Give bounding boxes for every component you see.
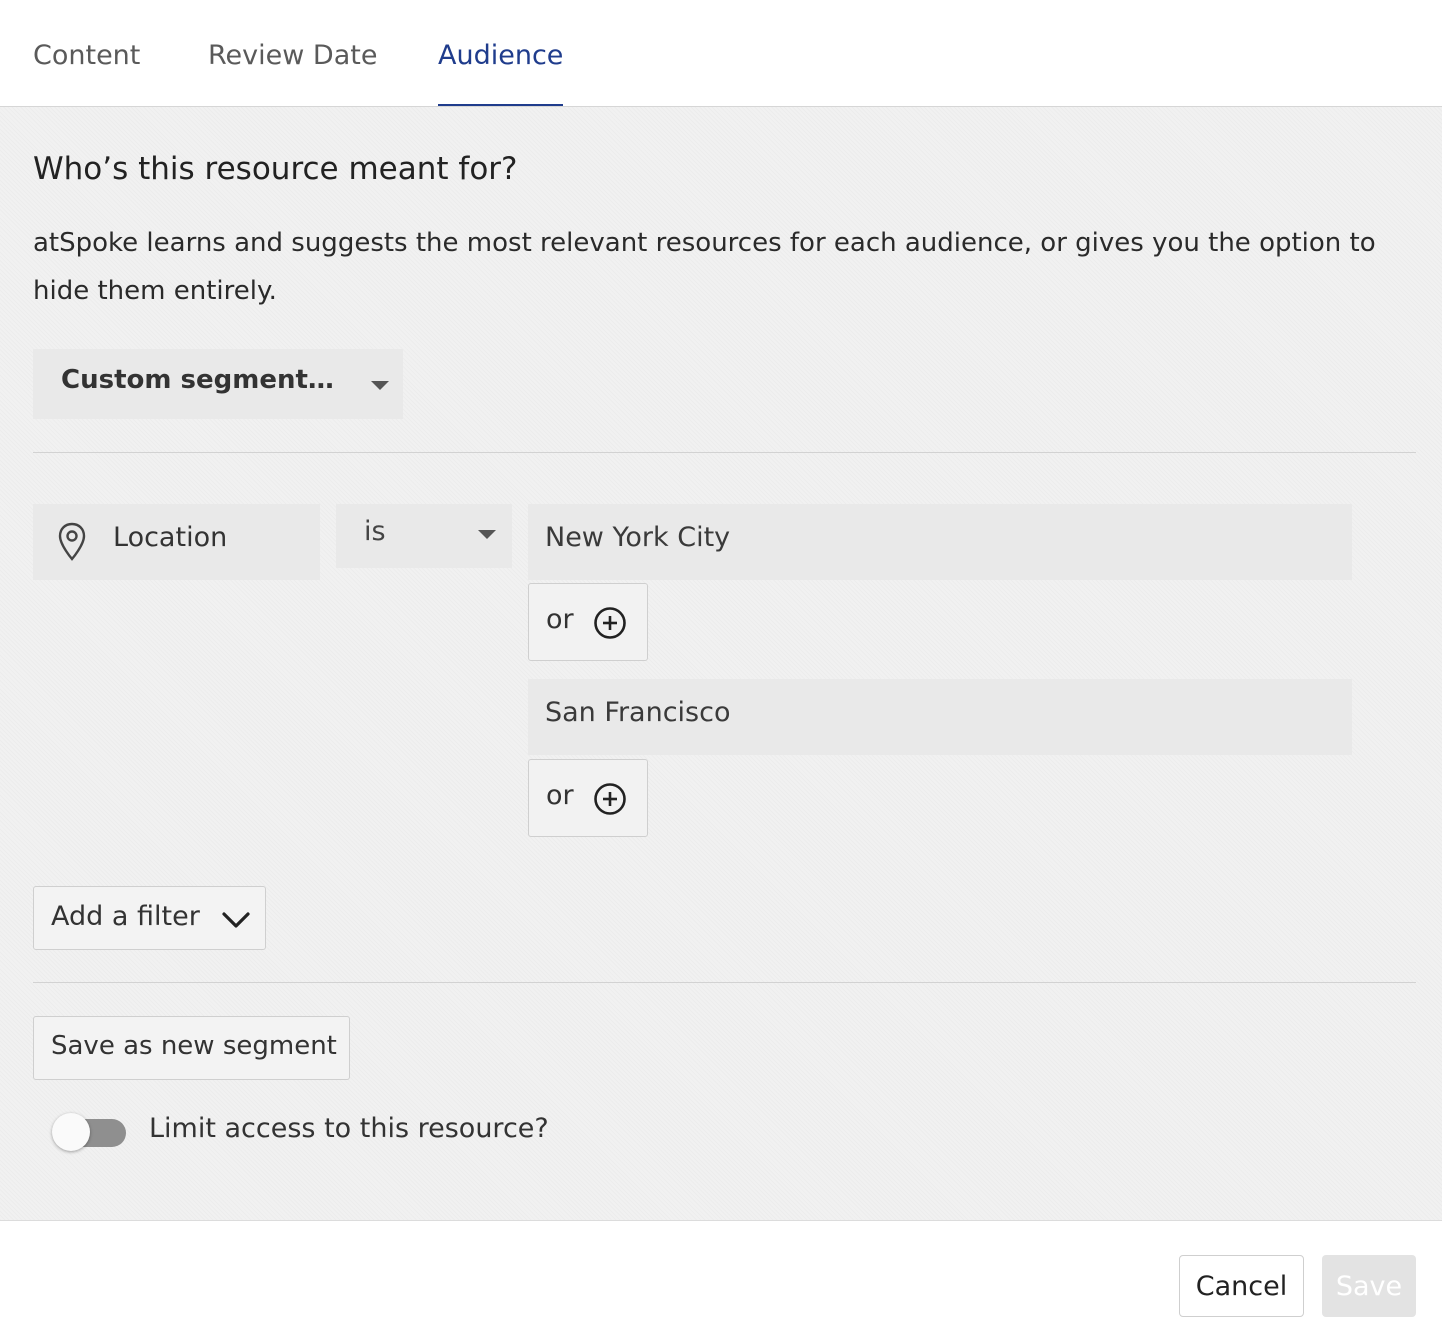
filter-operator-select[interactable]: is [336,504,512,568]
audience-heading: Who’s this resource meant for? [33,151,518,187]
divider [33,982,1416,983]
segment-select-value: Custom segment… [61,365,334,395]
limit-access-toggle[interactable] [52,1113,128,1153]
tab-bar: Content Review Date Audience [0,0,1442,107]
toggle-knob [52,1113,90,1151]
save-button[interactable]: Save [1322,1255,1416,1317]
caret-down-icon [371,381,389,390]
plus-circle-icon [594,607,626,639]
filter-field-label: Location [113,522,228,553]
filter-field-location[interactable]: Location [33,504,320,580]
chevron-down-icon [222,912,250,928]
caret-down-icon [478,530,496,539]
filter-value-input[interactable]: New York City [528,504,1352,580]
tab-content[interactable]: Content [33,36,140,104]
limit-access-label: Limit access to this resource? [149,1113,549,1144]
tab-audience[interactable]: Audience [438,36,564,106]
divider [33,452,1416,453]
add-filter-label: Add a filter [51,901,200,932]
plus-circle-icon [594,783,626,815]
or-label: or [546,780,574,811]
or-add-value-button[interactable]: or [528,583,648,661]
tab-review-date[interactable]: Review Date [208,36,377,104]
filter-value-text: New York City [545,522,731,553]
filter-value-input[interactable]: San Francisco [528,679,1352,755]
cancel-button[interactable]: Cancel [1179,1255,1304,1317]
add-filter-button[interactable]: Add a filter [33,886,266,950]
filter-operator-value: is [364,516,386,547]
or-label: or [546,604,574,635]
segment-select[interactable]: Custom segment… [33,349,403,419]
filter-value-text: San Francisco [545,697,731,728]
location-pin-icon [58,522,86,561]
save-segment-label: Save as new segment [51,1031,337,1061]
or-add-value-button[interactable]: or [528,759,648,837]
save-as-new-segment-button[interactable]: Save as new segment [33,1016,350,1080]
footer: Cancel Save [0,1221,1442,1340]
audience-panel: Who’s this resource meant for? atSpoke l… [0,107,1442,1221]
audience-description: atSpoke learns and suggests the most rel… [33,228,1376,306]
